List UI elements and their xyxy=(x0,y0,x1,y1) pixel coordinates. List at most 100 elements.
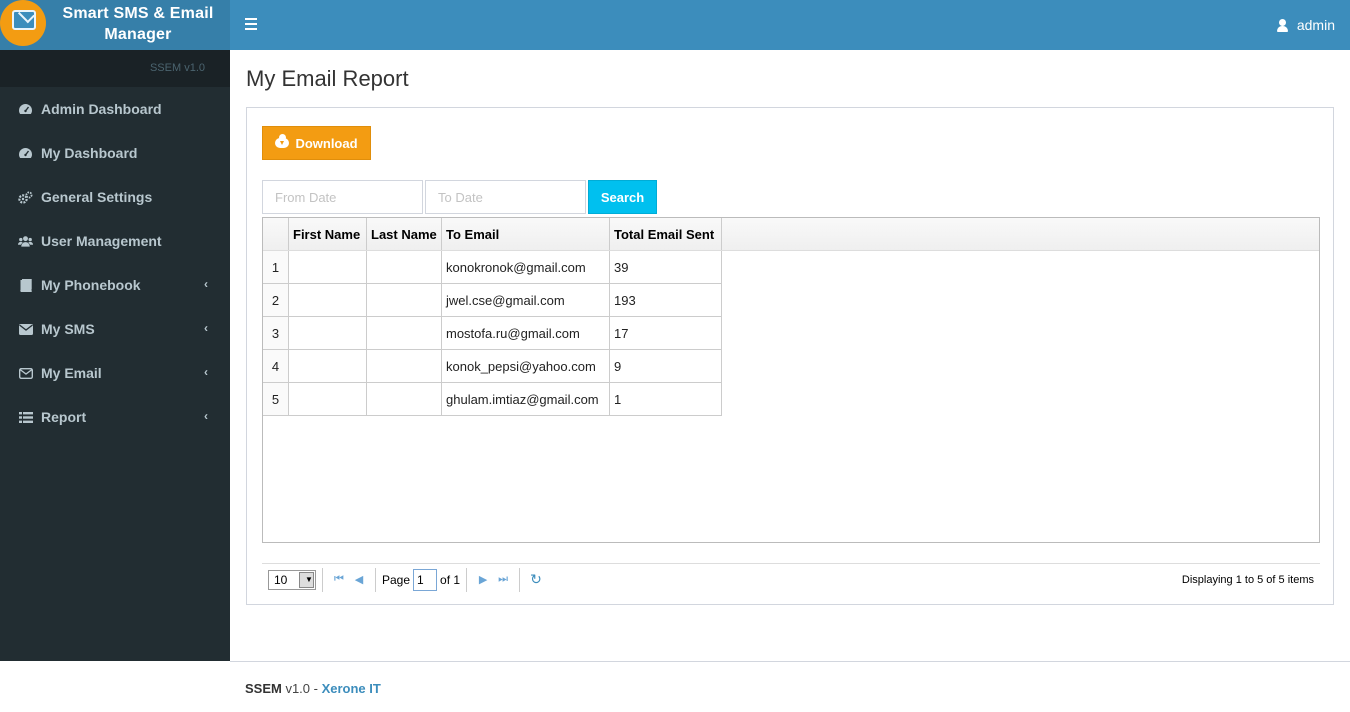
page-size-value: 10 xyxy=(274,572,288,587)
main-content: My Email Report Download Search First Na… xyxy=(230,50,1350,661)
footer-version: v1.0 - xyxy=(281,681,322,696)
sidebar-item-label: My Phonebook xyxy=(41,277,141,293)
chevron-left-icon: ‹ xyxy=(204,409,208,423)
row-number: 2 xyxy=(263,284,289,317)
first-name-cell xyxy=(289,251,367,284)
column-header-last-name[interactable]: Last Name xyxy=(367,218,442,250)
sidebar-item-report[interactable]: Report ‹ xyxy=(0,395,230,439)
app-logo[interactable]: Smart SMS & Email Manager xyxy=(0,0,230,50)
current-page-input[interactable]: 1 xyxy=(413,568,438,591)
table-row[interactable]: 2 jwel.cse@gmail.com 193 xyxy=(263,284,1319,317)
email-report-table: First Name Last Name To Email Total Emai… xyxy=(262,217,1320,543)
report-box: Download Search First Name Last Name To … xyxy=(246,107,1334,605)
envelope-icon xyxy=(18,322,33,336)
sidebar-item-label: General Settings xyxy=(41,189,153,205)
list-icon xyxy=(18,410,33,424)
row-number: 1 xyxy=(263,251,289,284)
column-header-total-email-sent[interactable]: Total Email Sent xyxy=(610,218,722,250)
first-name-cell xyxy=(289,383,367,416)
search-button[interactable]: Search xyxy=(588,180,657,214)
pager-divider xyxy=(519,567,521,592)
user-icon xyxy=(1276,18,1288,32)
sidebar-item-my-sms[interactable]: My SMS ‹ xyxy=(0,307,230,351)
last-page-icon[interactable]: ⏭ xyxy=(493,570,513,590)
email-cell: mostofa.ru@gmail.com xyxy=(442,317,610,350)
page-title: My Email Report xyxy=(246,66,409,91)
download-button[interactable]: Download xyxy=(262,126,371,160)
first-name-cell xyxy=(289,350,367,383)
page-label: Page xyxy=(382,572,411,587)
app-title-line2: Manager xyxy=(104,26,172,43)
chevron-left-icon: ‹ xyxy=(204,277,208,291)
row-number: 5 xyxy=(263,383,289,416)
page-size-select[interactable]: 10 ▼ xyxy=(268,569,316,590)
pager-info: Displaying 1 to 5 of 5 items xyxy=(1181,573,1314,586)
page-count-label: of 1 xyxy=(440,572,461,587)
sidebar-item-label: User Management xyxy=(41,233,162,249)
total-cell: 193 xyxy=(610,284,722,317)
version-label: SSEM v1.0 xyxy=(0,50,230,87)
user-name: admin xyxy=(1296,17,1335,33)
last-name-cell xyxy=(367,317,442,350)
top-navbar: admin xyxy=(230,0,1350,50)
footer-company-link[interactable]: Xerone IT xyxy=(322,681,381,696)
book-icon xyxy=(18,278,33,292)
sidebar-item-label: Report xyxy=(41,409,87,425)
users-icon xyxy=(18,234,33,248)
pager-divider xyxy=(375,567,376,592)
table-row[interactable]: 4 konok_pepsi@yahoo.com 9 xyxy=(263,350,1319,383)
refresh-icon[interactable]: ↻ xyxy=(526,570,546,590)
column-header-to-email[interactable]: To Email xyxy=(442,218,610,250)
chevron-left-icon: ‹ xyxy=(204,365,208,379)
first-page-icon[interactable]: ⏮ xyxy=(329,570,349,590)
row-number: 4 xyxy=(263,350,289,383)
sidebar-toggle-icon[interactable] xyxy=(245,18,257,30)
sidebar-item-label: Admin Dashboard xyxy=(41,101,162,117)
email-cell: konok_pepsi@yahoo.com xyxy=(442,350,610,383)
app-title-line1: Smart SMS & Email xyxy=(62,5,214,22)
total-cell: 39 xyxy=(610,251,722,284)
cloud-download-icon xyxy=(275,134,290,148)
last-name-cell xyxy=(367,350,442,383)
table-row[interactable]: 1 konokronok@gmail.com 39 xyxy=(263,251,1319,284)
gears-icon xyxy=(18,190,33,204)
dashboard-icon xyxy=(18,102,33,116)
table-row[interactable]: 5 ghulam.imtiaz@gmail.com 1 xyxy=(263,383,1319,416)
prev-page-icon[interactable]: ◀ xyxy=(349,570,369,590)
column-header-first-name[interactable]: First Name xyxy=(289,218,367,250)
dashboard-icon xyxy=(18,146,33,160)
table-header: First Name Last Name To Email Total Emai… xyxy=(263,218,1319,251)
sidebar: SSEM v1.0 Admin Dashboard My Dashboard G… xyxy=(0,50,230,661)
sidebar-item-my-phonebook[interactable]: My Phonebook ‹ xyxy=(0,263,230,307)
last-name-cell xyxy=(367,383,442,416)
app-title: Smart SMS & Email Manager xyxy=(46,3,230,45)
email-cell: jwel.cse@gmail.com xyxy=(442,284,610,317)
sidebar-item-label: My SMS xyxy=(41,321,95,337)
sidebar-item-my-dashboard[interactable]: My Dashboard xyxy=(0,131,230,175)
row-number: 3 xyxy=(263,317,289,350)
sidebar-item-label: My Dashboard xyxy=(41,145,138,161)
last-name-cell xyxy=(367,251,442,284)
first-name-cell xyxy=(289,317,367,350)
table-row[interactable]: 3 mostofa.ru@gmail.com 17 xyxy=(263,317,1319,350)
sidebar-item-label: My Email xyxy=(41,365,102,381)
first-name-cell xyxy=(289,284,367,317)
sidebar-item-general-settings[interactable]: General Settings xyxy=(0,175,230,219)
column-header-rownum[interactable] xyxy=(263,218,289,250)
total-cell: 9 xyxy=(610,350,722,383)
pager-divider xyxy=(322,567,323,592)
to-date-input[interactable] xyxy=(425,180,586,214)
pagination-bar: 10 ▼ ⏮ ◀ Page 1 of 1 ▶ ⏭ ↻ Displaying 1 … xyxy=(262,563,1320,595)
from-date-input[interactable] xyxy=(262,180,423,214)
footer: SSEM v1.0 - Xerone IT xyxy=(230,661,1350,712)
pager-divider xyxy=(466,567,468,592)
sidebar-item-my-email[interactable]: My Email ‹ xyxy=(0,351,230,395)
next-page-icon[interactable]: ▶ xyxy=(473,570,493,590)
sidebar-item-admin-dashboard[interactable]: Admin Dashboard xyxy=(0,87,230,131)
user-menu[interactable]: admin xyxy=(1276,17,1335,33)
chevron-down-icon: ▼ xyxy=(299,571,314,588)
download-label: Download xyxy=(295,135,358,151)
footer-brand: SSEM xyxy=(245,681,282,696)
sidebar-item-user-management[interactable]: User Management xyxy=(0,219,230,263)
chevron-left-icon: ‹ xyxy=(204,321,208,335)
